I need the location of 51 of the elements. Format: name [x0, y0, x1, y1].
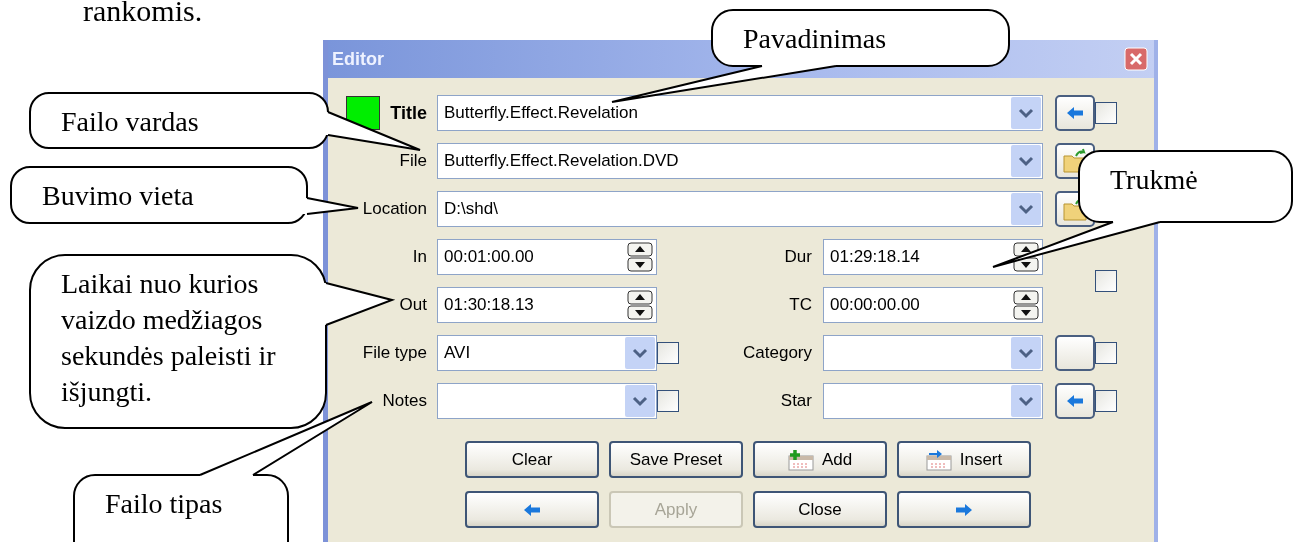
document-text: rankomis. [83, 0, 203, 28]
arrow-left-button[interactable] [1055, 95, 1095, 131]
callout: Failo tipas [73, 474, 289, 542]
field-label: Notes [382, 391, 428, 411]
blank-button[interactable] [1055, 335, 1095, 371]
dropdown[interactable]: Butterfly.Effect.Revelation.DVD [437, 143, 1043, 179]
time-field[interactable]: 00:00:00.00 [823, 287, 1043, 323]
time-field[interactable]: 01:30:18.13 [437, 287, 657, 323]
arrow-left-icon [1066, 106, 1084, 120]
callout: Trukmė [1078, 150, 1293, 223]
dialog-button[interactable]: Save Preset [609, 441, 743, 478]
checkbox[interactable] [657, 342, 679, 364]
arrow-left-icon [523, 502, 541, 517]
field-label: Star [780, 391, 813, 411]
window-title: Editor [332, 48, 384, 70]
add-button[interactable]: Add [753, 441, 887, 478]
field-label: Title [390, 102, 427, 124]
checkbox[interactable] [1095, 102, 1117, 124]
time-field[interactable]: 01:29:18.14 [823, 239, 1043, 275]
field-label: TC [789, 295, 813, 315]
checkbox[interactable] [1095, 342, 1117, 364]
field-label: Dur [784, 247, 813, 267]
field-label: Out [399, 295, 428, 315]
spin-buttons-icon[interactable] [1013, 290, 1039, 320]
time-field[interactable]: 00:01:00.00 [437, 239, 657, 275]
callout-pointer [303, 197, 359, 215]
spin-buttons-icon[interactable] [627, 290, 653, 320]
calendar-arrow-icon [925, 448, 952, 471]
dropdown[interactable]: AVI [437, 335, 657, 371]
field-label: File type [362, 343, 428, 363]
previous-button[interactable] [465, 491, 599, 528]
checkbox[interactable] [657, 390, 679, 412]
insert-button[interactable]: Insert [897, 441, 1031, 478]
spin-buttons-icon[interactable] [1013, 242, 1039, 272]
field-label: Location [362, 199, 428, 219]
spin-buttons-icon[interactable] [627, 242, 653, 272]
arrow-left-icon [1066, 394, 1084, 408]
calendar-plus-icon [787, 448, 814, 471]
close-icon[interactable] [1124, 47, 1148, 71]
arrow-left-button[interactable] [1055, 383, 1095, 419]
checkbox[interactable] [1095, 270, 1117, 292]
field-label: In [412, 247, 428, 267]
field-label: Category [743, 343, 813, 363]
next-button[interactable] [897, 491, 1031, 528]
dialog-button[interactable]: Clear [465, 441, 599, 478]
callout: Pavadinimas [711, 9, 1010, 67]
dialog-button[interactable]: Close [753, 491, 887, 528]
checkbox[interactable] [1095, 390, 1117, 412]
arrow-right-icon [955, 502, 973, 517]
field-label: File [399, 151, 428, 171]
callout: Buvimo vieta [10, 166, 308, 224]
